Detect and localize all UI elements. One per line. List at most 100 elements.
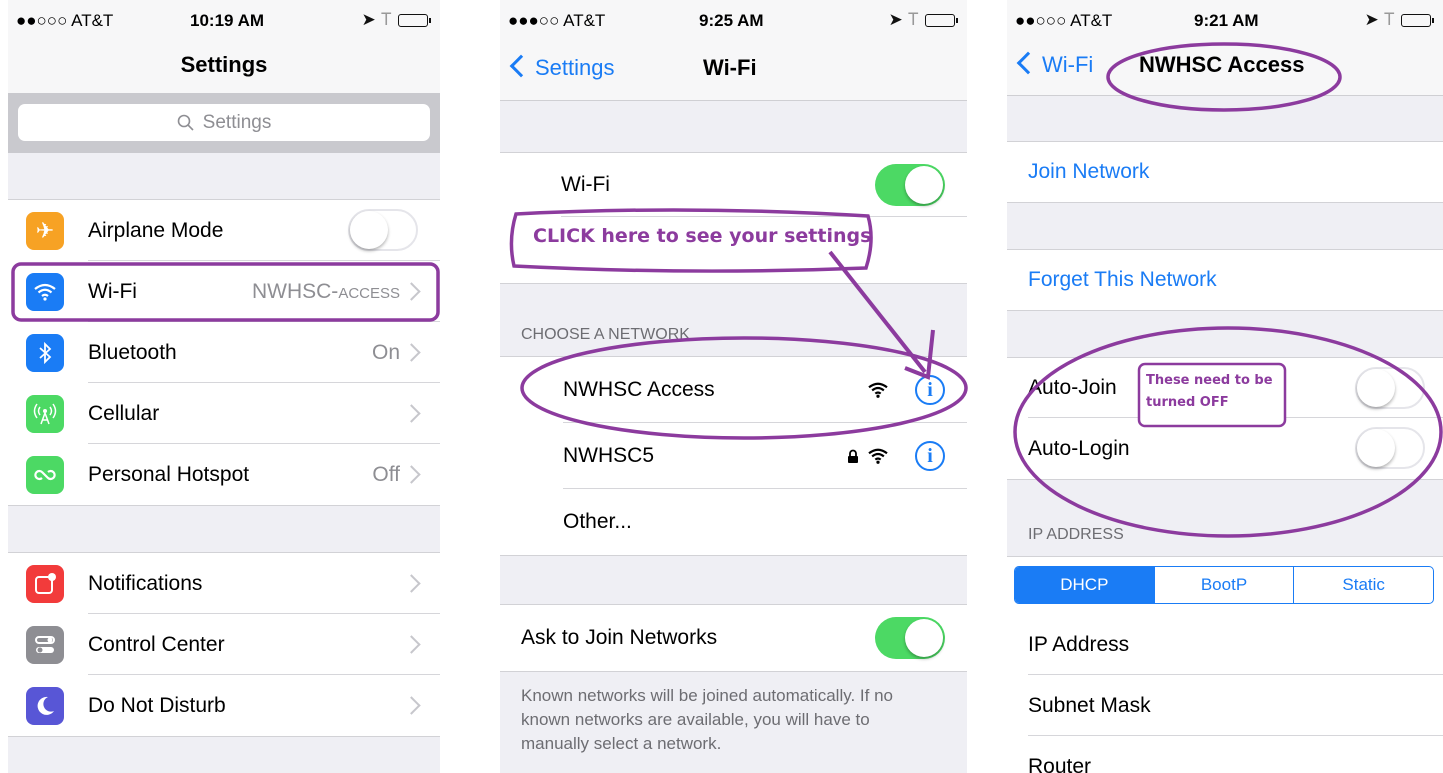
ask-to-join-footer: Known networks will be joined automatica… — [521, 686, 893, 753]
chevron-right-icon — [402, 343, 421, 362]
battery-icon — [398, 13, 431, 27]
forget-network-label: Forget This Network — [1028, 268, 1217, 291]
note-line-1: These need to be — [1146, 373, 1273, 388]
chevron-right-icon — [402, 465, 421, 484]
moon-icon — [26, 686, 64, 725]
control-center-icon — [26, 625, 64, 664]
search-placeholder: Settings — [202, 111, 272, 133]
bluetooth-status-icon: Ꭲ — [381, 10, 392, 29]
notifications-group: Notifications Control Center Do Not Dist… — [8, 552, 440, 737]
info-icon[interactable]: i — [915, 441, 945, 471]
row-label: Ask to Join Networks — [521, 626, 718, 649]
carrier-signal: ●●○○○ AT&T — [16, 11, 114, 30]
back-button[interactable]: Wi-Fi — [1016, 51, 1093, 78]
section-header: CHOOSE A NETWORK — [521, 326, 690, 343]
bluetooth-value: On — [371, 340, 400, 364]
subnet-mask-row: Subnet Mask — [1007, 675, 1443, 736]
location-icon: ➤ — [1364, 10, 1379, 29]
wifi-network-value: NWHSC-ACCESS — [251, 279, 400, 303]
auto-login-row: Auto-Login — [1007, 418, 1443, 479]
ask-to-join-toggle[interactable] — [875, 617, 945, 659]
note-line-2: turned OFF — [1146, 395, 1229, 410]
row-label: Personal Hotspot — [88, 462, 250, 486]
status-bar: ●●○○○ AT&T 9:21 AM ➤ Ꭲ — [1007, 0, 1443, 40]
wifi-strength-icon — [868, 382, 888, 398]
settings-row-personal-hotspot[interactable]: Personal Hotspot Off — [8, 444, 440, 505]
bluetooth-icon — [26, 333, 64, 372]
row-label: Auto-Join — [1028, 376, 1117, 399]
router-row: Router — [1007, 736, 1443, 773]
row-label: Router — [1028, 754, 1092, 773]
segment-static[interactable]: Static — [1293, 567, 1433, 603]
ip-mode-segmented-control[interactable]: DHCP BootP Static — [1014, 566, 1434, 604]
battery-icon — [925, 13, 958, 27]
battery-icon — [1401, 13, 1434, 27]
network-name: NWHSC5 — [563, 444, 655, 467]
network-name: Other... — [563, 510, 632, 533]
network-name: NWHSC Access — [563, 378, 715, 401]
wifi-strength-icon — [868, 448, 888, 464]
row-label: Airplane Mode — [88, 218, 224, 242]
bluetooth-status-icon: Ꭲ — [908, 10, 919, 29]
search-input[interactable]: Settings — [18, 104, 430, 141]
network-row-nwhsc-access[interactable]: NWHSC Access i — [500, 357, 967, 423]
network-list: NWHSC Access i NWHSC5 i Other... — [500, 356, 967, 556]
hotspot-icon — [26, 455, 64, 494]
settings-row-cellular[interactable]: Cellular — [8, 383, 440, 444]
network-row-other[interactable]: Other... — [500, 489, 967, 555]
clock: 10:19 AM — [190, 11, 265, 30]
segment-dhcp[interactable]: DHCP — [1015, 567, 1154, 603]
airplane-mode-toggle[interactable] — [348, 209, 418, 251]
clock: 9:25 AM — [699, 11, 764, 30]
location-icon: ➤ — [361, 10, 376, 29]
row-label: Notifications — [88, 571, 203, 595]
bluetooth-status-icon: Ꭲ — [1384, 10, 1395, 29]
wifi-row: Wi-Fi — [500, 153, 967, 217]
row-label: Do Not Disturb — [88, 693, 226, 717]
cellular-icon — [26, 394, 64, 433]
row-label: Bluetooth — [88, 340, 177, 364]
notifications-icon — [26, 564, 64, 603]
carrier-signal: ●●○○○ AT&T — [1015, 11, 1113, 30]
airplane-icon: ✈ — [26, 211, 64, 250]
ip-address-row: IP Address — [1007, 614, 1443, 675]
clock: 9:21 AM — [1194, 11, 1259, 30]
chevron-right-icon — [402, 696, 421, 715]
nav-bar: Settings — [8, 40, 440, 94]
settings-row-wifi[interactable]: Wi-Fi NWHSC-ACCESS — [8, 261, 440, 322]
row-label: Cellular — [88, 401, 160, 425]
join-network-label: Join Network — [1028, 160, 1150, 183]
wifi-toggle[interactable] — [875, 164, 945, 206]
nav-bar: Wi-Fi NWHSC Access — [1007, 40, 1443, 96]
join-network-button[interactable]: Join Network — [1007, 142, 1443, 202]
carrier-signal: ●●●○○ AT&T — [508, 11, 606, 30]
row-label: Wi-Fi — [561, 173, 610, 196]
chevron-right-icon — [402, 574, 421, 593]
row-label: Wi-Fi — [88, 279, 137, 303]
forget-group: Forget This Network — [1007, 249, 1443, 311]
auto-login-toggle[interactable] — [1355, 427, 1425, 469]
section-header: IP ADDRESS — [1028, 526, 1124, 543]
settings-row-airplane-mode: ✈ Airplane Mode — [8, 200, 440, 261]
segment-bootp[interactable]: BootP — [1153, 567, 1294, 603]
network-row-nwhsc5[interactable]: NWHSC5 i — [500, 423, 967, 489]
auto-join-toggle[interactable] — [1355, 367, 1425, 409]
info-icon[interactable]: i — [915, 375, 945, 405]
settings-row-do-not-disturb[interactable]: Do Not Disturb — [8, 675, 440, 736]
wifi-screen: ●●●○○ AT&T 9:25 AM ➤ Ꭲ Settings Wi-Fi Wi… — [500, 0, 967, 773]
join-group: Join Network — [1007, 141, 1443, 203]
ask-to-join-row: Ask to Join Networks — [500, 605, 967, 671]
chevron-right-icon — [402, 404, 421, 423]
forget-network-button[interactable]: Forget This Network — [1007, 250, 1443, 310]
settings-row-notifications[interactable]: Notifications — [8, 553, 440, 614]
status-bar: ●●○○○ AT&T 10:19 AM ➤ Ꭲ — [8, 0, 440, 40]
row-label: Auto-Login — [1028, 436, 1130, 460]
settings-row-bluetooth[interactable]: Bluetooth On — [8, 322, 440, 383]
settings-row-control-center[interactable]: Control Center — [8, 614, 440, 675]
ip-address-group: DHCP BootP Static IP Address Subnet Mask… — [1007, 556, 1443, 773]
back-button[interactable]: Settings — [509, 54, 615, 81]
page-title: Settings — [180, 52, 268, 77]
search-icon — [177, 114, 194, 131]
search-bar: Settings — [8, 93, 440, 153]
row-label: Subnet Mask — [1028, 693, 1151, 717]
